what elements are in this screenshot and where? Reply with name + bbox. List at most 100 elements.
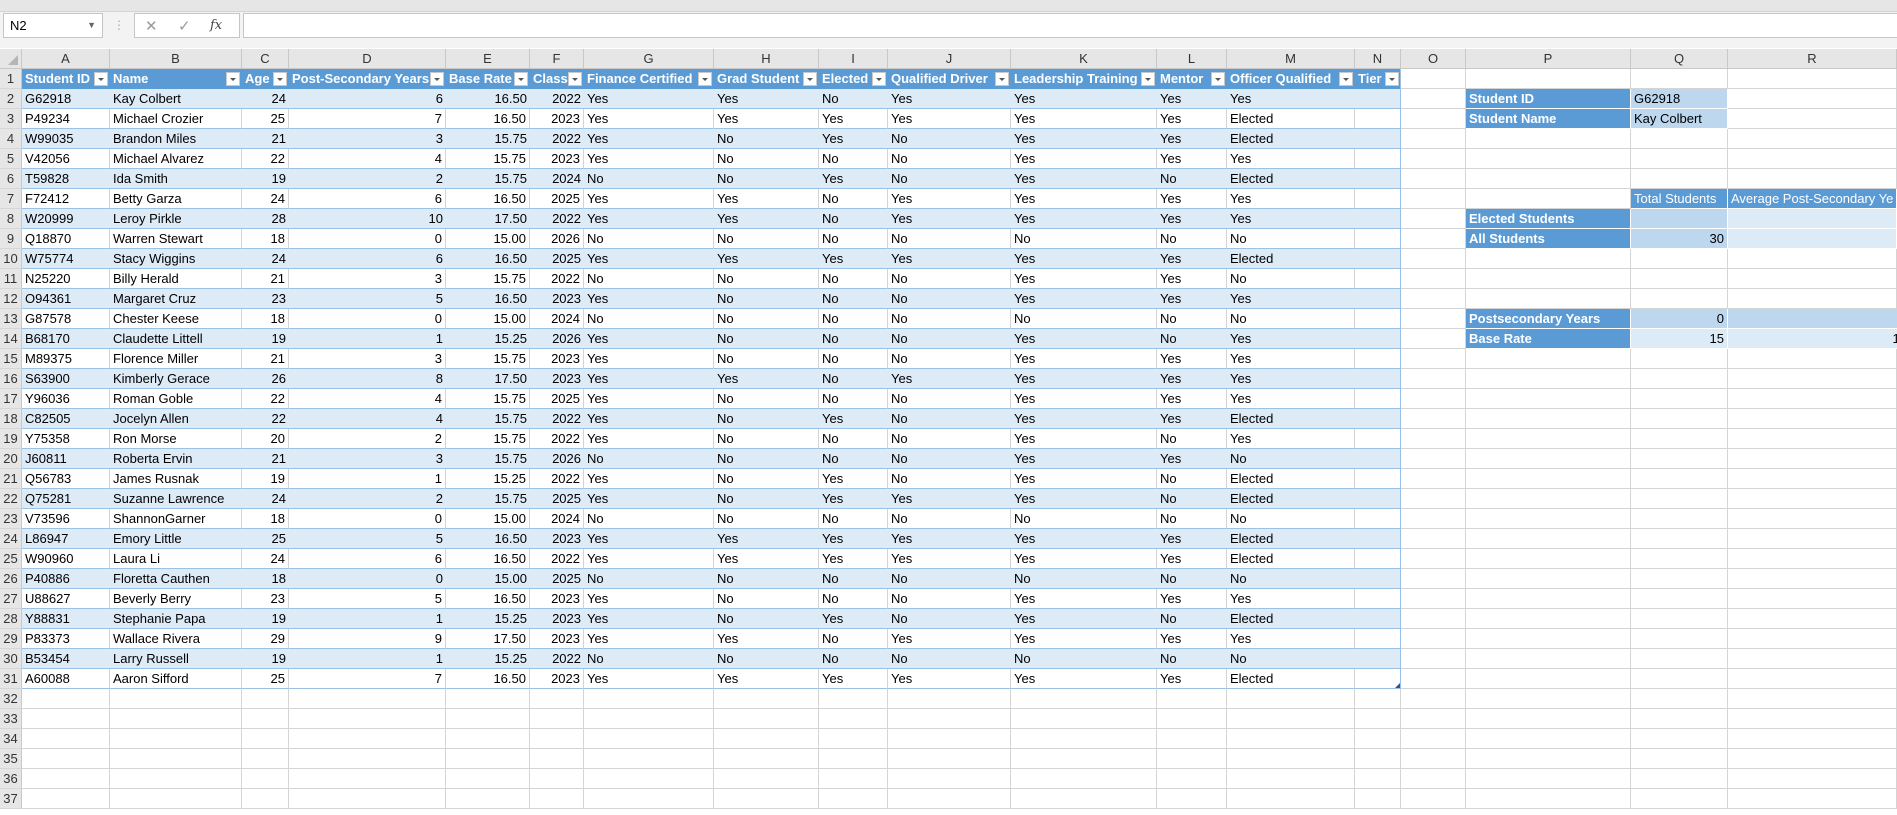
- table-cell-age[interactable]: 21: [242, 269, 289, 289]
- filter-dropdown-icon[interactable]: [568, 72, 582, 86]
- table-cell-post-secondary-years[interactable]: 2: [289, 489, 446, 509]
- row-header[interactable]: 10: [0, 249, 22, 269]
- table-cell-age[interactable]: 26: [242, 369, 289, 389]
- table-cell-officer-qualified[interactable]: Elected: [1227, 169, 1355, 189]
- empty-cell[interactable]: [1401, 509, 1466, 529]
- table-cell-age[interactable]: 18: [242, 569, 289, 589]
- empty-cell[interactable]: [530, 789, 584, 809]
- empty-cell[interactable]: [1401, 549, 1466, 569]
- table-cell-officer-qualified[interactable]: Elected: [1227, 249, 1355, 269]
- table-cell-elected[interactable]: No: [819, 149, 888, 169]
- empty-cell[interactable]: [1157, 769, 1227, 789]
- empty-cell[interactable]: [1011, 749, 1157, 769]
- table-cell-mentor[interactable]: No: [1157, 489, 1227, 509]
- empty-cell[interactable]: [1466, 169, 1631, 189]
- table-cell-leadership-training[interactable]: Yes: [1011, 529, 1157, 549]
- table-cell-age[interactable]: 21: [242, 129, 289, 149]
- empty-cell[interactable]: [1728, 649, 1897, 669]
- empty-cell[interactable]: [1728, 669, 1897, 689]
- table-cell-qualified-driver[interactable]: Yes: [888, 189, 1011, 209]
- empty-cell[interactable]: [1401, 689, 1466, 709]
- table-cell-finance-certified[interactable]: Yes: [584, 629, 714, 649]
- table-cell-age[interactable]: 28: [242, 209, 289, 229]
- empty-cell[interactable]: [1401, 749, 1466, 769]
- empty-cell[interactable]: [1631, 369, 1728, 389]
- filter-dropdown-icon[interactable]: [803, 72, 817, 86]
- table-cell-name[interactable]: Warren Stewart: [110, 229, 242, 249]
- table-cell-finance-certified[interactable]: No: [584, 649, 714, 669]
- table-cell-base-rate[interactable]: 16.50: [446, 589, 530, 609]
- table-cell-name[interactable]: Beverly Berry: [110, 589, 242, 609]
- table-cell-elected[interactable]: Yes: [819, 669, 888, 689]
- filter-dropdown-icon[interactable]: [94, 72, 108, 86]
- table-cell-mentor[interactable]: Yes: [1157, 249, 1227, 269]
- table-cell-leadership-training[interactable]: Yes: [1011, 629, 1157, 649]
- table-cell-finance-certified[interactable]: Yes: [584, 549, 714, 569]
- row-header[interactable]: 16: [0, 369, 22, 389]
- empty-cell[interactable]: [1728, 789, 1897, 809]
- row-header[interactable]: 12: [0, 289, 22, 309]
- table-cell-class[interactable]: 2025: [530, 569, 584, 589]
- table-cell-tier[interactable]: [1355, 209, 1401, 229]
- empty-cell[interactable]: [242, 689, 289, 709]
- chevron-down-icon[interactable]: ▼: [87, 20, 96, 30]
- table-cell-student-id[interactable]: G87578: [22, 309, 110, 329]
- table-cell-finance-certified[interactable]: Yes: [584, 389, 714, 409]
- table-cell-qualified-driver[interactable]: No: [888, 149, 1011, 169]
- empty-cell[interactable]: [1631, 449, 1728, 469]
- table-cell-finance-certified[interactable]: Yes: [584, 289, 714, 309]
- table-cell-tier[interactable]: [1355, 149, 1401, 169]
- filter-dropdown-icon[interactable]: [273, 72, 287, 86]
- table-cell-qualified-driver[interactable]: Yes: [888, 109, 1011, 129]
- empty-cell[interactable]: [1401, 129, 1466, 149]
- empty-cell[interactable]: [446, 789, 530, 809]
- empty-cell[interactable]: [1728, 469, 1897, 489]
- table-cell-student-id[interactable]: L86947: [22, 529, 110, 549]
- empty-cell[interactable]: [1355, 729, 1401, 749]
- table-cell-tier[interactable]: [1355, 89, 1401, 109]
- table-cell-mentor[interactable]: Yes: [1157, 449, 1227, 469]
- table-cell-tier[interactable]: [1355, 369, 1401, 389]
- table-cell-tier[interactable]: [1355, 249, 1401, 269]
- column-header-m[interactable]: M: [1227, 49, 1355, 69]
- table-cell-post-secondary-years[interactable]: 7: [289, 669, 446, 689]
- filter-dropdown-icon[interactable]: [430, 72, 444, 86]
- table-cell-finance-certified[interactable]: Yes: [584, 349, 714, 369]
- empty-cell[interactable]: [1011, 709, 1157, 729]
- table-cell-post-secondary-years[interactable]: 1: [289, 329, 446, 349]
- empty-cell[interactable]: [1157, 689, 1227, 709]
- empty-cell[interactable]: [242, 789, 289, 809]
- table-cell-qualified-driver[interactable]: Yes: [888, 249, 1011, 269]
- empty-cell[interactable]: [289, 709, 446, 729]
- table-cell-elected[interactable]: No: [819, 649, 888, 669]
- table-cell-name[interactable]: Michael Alvarez: [110, 149, 242, 169]
- table-cell-qualified-driver[interactable]: No: [888, 169, 1011, 189]
- table-header-name[interactable]: Name: [110, 69, 242, 89]
- empty-cell[interactable]: [1227, 769, 1355, 789]
- empty-cell[interactable]: [1401, 329, 1466, 349]
- empty-cell[interactable]: [1631, 589, 1728, 609]
- column-header-c[interactable]: C: [242, 49, 289, 69]
- table-cell-officer-qualified[interactable]: Elected: [1227, 549, 1355, 569]
- table-cell-grad-student[interactable]: No: [714, 149, 819, 169]
- table-header-officer-qualified[interactable]: Officer Qualified: [1227, 69, 1355, 89]
- table-cell-class[interactable]: 2023: [530, 589, 584, 609]
- table-cell-elected[interactable]: No: [819, 589, 888, 609]
- table-cell-tier[interactable]: [1355, 189, 1401, 209]
- table-cell-tier[interactable]: [1355, 269, 1401, 289]
- rate-q-value[interactable]: 15: [1631, 329, 1728, 349]
- table-cell-student-id[interactable]: Q75281: [22, 489, 110, 509]
- empty-cell[interactable]: [1401, 469, 1466, 489]
- table-cell-leadership-training[interactable]: Yes: [1011, 89, 1157, 109]
- empty-cell[interactable]: [242, 729, 289, 749]
- table-cell-name[interactable]: Emory Little: [110, 529, 242, 549]
- empty-cell[interactable]: [1466, 529, 1631, 549]
- table-cell-leadership-training[interactable]: Yes: [1011, 469, 1157, 489]
- table-cell-finance-certified[interactable]: Yes: [584, 669, 714, 689]
- table-cell-age[interactable]: 18: [242, 509, 289, 529]
- empty-cell[interactable]: [446, 729, 530, 749]
- table-cell-leadership-training[interactable]: No: [1011, 309, 1157, 329]
- table-cell-finance-certified[interactable]: Yes: [584, 89, 714, 109]
- empty-cell[interactable]: [1011, 689, 1157, 709]
- table-cell-mentor[interactable]: Yes: [1157, 189, 1227, 209]
